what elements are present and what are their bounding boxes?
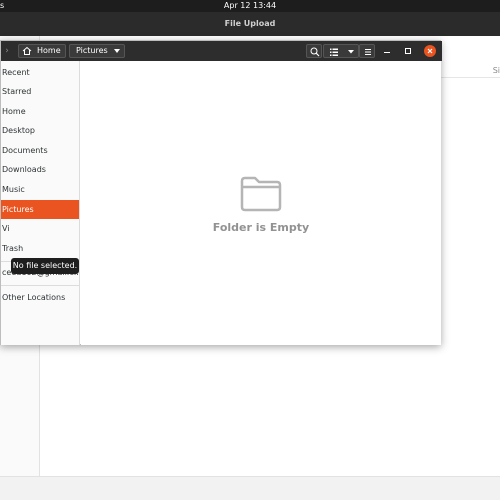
folder-icon bbox=[240, 176, 282, 212]
menu-button[interactable] bbox=[359, 44, 375, 58]
file-chooser-header: › Home Pictures bbox=[1, 41, 442, 61]
size-column-label: Si bbox=[492, 66, 500, 75]
empty-folder-message: Folder is Empty bbox=[212, 221, 310, 234]
system-top-bar: s Apr 12 13:44 bbox=[0, 0, 500, 12]
close-icon bbox=[427, 48, 433, 54]
sidebar-item-other-locations[interactable]: Other Locations bbox=[1, 288, 79, 307]
path-home-button[interactable]: Home bbox=[18, 44, 66, 58]
sidebar-item-trash[interactable]: Trash bbox=[1, 239, 79, 258]
tooltip: No file selected. bbox=[11, 258, 79, 274]
chevron-right-icon: › bbox=[5, 46, 9, 56]
search-icon bbox=[310, 47, 320, 57]
size-column-header[interactable]: Si bbox=[440, 64, 500, 78]
sidebar-item-starred[interactable]: Starred bbox=[1, 82, 79, 101]
hamburger-icon bbox=[365, 49, 371, 55]
sidebar-item-home[interactable]: Home bbox=[1, 102, 79, 121]
maximize-button[interactable] bbox=[402, 44, 414, 58]
maximize-icon bbox=[405, 48, 411, 54]
places-sidebar: Recent Starred Home Desktop Documents Do… bbox=[1, 61, 80, 345]
list-view-icon bbox=[330, 48, 338, 56]
clock[interactable]: Apr 12 13:44 bbox=[0, 1, 500, 10]
sidebar-item-downloads[interactable]: Downloads bbox=[1, 160, 79, 179]
sidebar-item-music[interactable]: Music bbox=[1, 180, 79, 199]
chevron-down-icon bbox=[114, 49, 120, 53]
home-icon bbox=[22, 46, 32, 55]
path-pictures-button[interactable]: Pictures bbox=[69, 44, 125, 58]
sidebar-item-videos[interactable]: Vi bbox=[1, 219, 79, 238]
forward-button[interactable]: › bbox=[1, 44, 13, 58]
close-button[interactable] bbox=[424, 45, 436, 57]
chevron-down-icon bbox=[348, 50, 354, 54]
sidebar-separator bbox=[1, 285, 79, 286]
sidebar-item-pictures[interactable]: Pictures bbox=[1, 200, 79, 219]
sidebar-item-documents[interactable]: Documents bbox=[1, 141, 79, 160]
path-home-label: Home bbox=[37, 46, 61, 55]
sidebar-item-desktop[interactable]: Desktop bbox=[1, 121, 79, 140]
view-options-button[interactable] bbox=[323, 44, 359, 58]
file-chooser-window: › Home Pictures Recent Starred Home Desk… bbox=[0, 40, 442, 345]
file-list-pane[interactable]: Folder is Empty bbox=[81, 61, 441, 345]
sidebar-item-recent[interactable]: Recent bbox=[1, 63, 79, 82]
minimize-icon bbox=[384, 52, 390, 53]
file-upload-bottom-bar bbox=[0, 476, 500, 500]
file-upload-title: File Upload bbox=[0, 12, 500, 36]
search-button[interactable] bbox=[306, 44, 322, 58]
path-pictures-label: Pictures bbox=[76, 46, 108, 55]
minimize-button[interactable] bbox=[381, 44, 393, 58]
